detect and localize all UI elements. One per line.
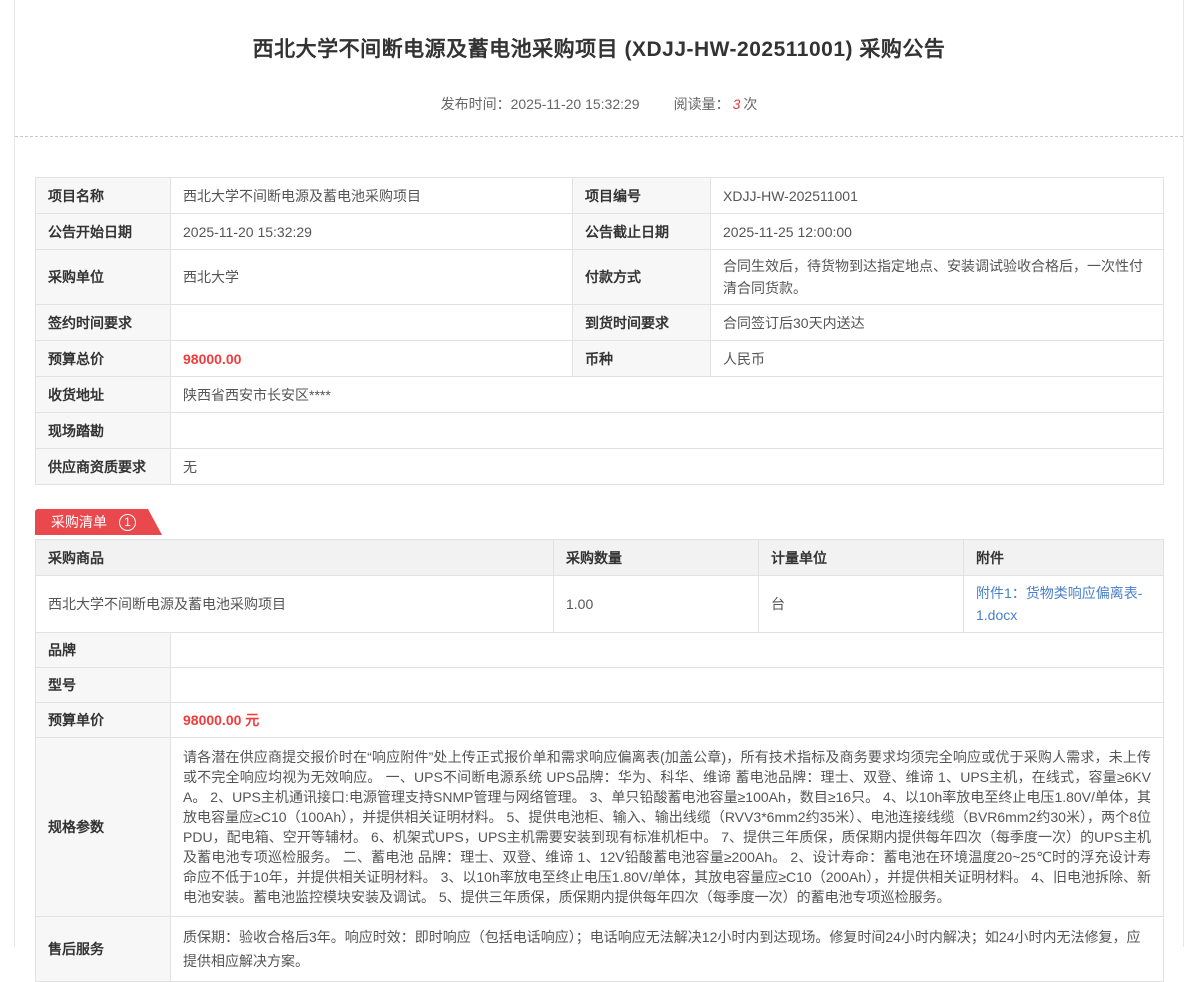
table-row: 签约时间要求 到货时间要求 合同签订后30天内送达: [36, 305, 1164, 341]
read-count-value: 3: [730, 96, 744, 112]
table-row: 预算单价 98000.00 元: [36, 703, 1164, 738]
brand-label: 品牌: [36, 633, 171, 668]
publish-time-label: 发布时间：: [441, 96, 511, 112]
end-date-value: 2025-11-25 12:00:00: [711, 214, 1164, 250]
after-sales-label: 售后服务: [36, 917, 171, 982]
qualification-value: 无: [171, 449, 1164, 485]
model-label: 型号: [36, 668, 171, 703]
table-row: 售后服务 质保期：验收合格后3年。响应时效：即时响应（包括电话响应）；电话响应无…: [36, 917, 1164, 982]
project-code-label: 项目编号: [573, 178, 711, 214]
delivery-time-label: 到货时间要求: [573, 305, 711, 341]
currency-label: 币种: [573, 341, 711, 377]
purchase-list-table: 采购商品 采购数量 计量单位 附件 西北大学不间断电源及蓄电池采购项目 1.00…: [35, 539, 1164, 633]
spec-value: 请各潜在供应商提交报价时在“响应附件”处上传正式报价单和需求响应偏离表(加盖公章…: [171, 738, 1164, 917]
project-code-value: XDJJ-HW-202511001: [711, 178, 1164, 214]
product-column-header: 采购商品: [36, 540, 554, 576]
buyer-label: 采购单位: [36, 250, 171, 305]
item-detail-table: 品牌 型号 预算单价 98000.00 元 规格参数 请各潜在供应商提交报价时在…: [35, 632, 1164, 982]
publish-meta: 发布时间：2025-11-20 15:32:29 阅读量：3次: [15, 94, 1183, 114]
table-row: 收货地址 陕西省西安市长安区****: [36, 377, 1164, 413]
unit-price-label: 预算单价: [36, 703, 171, 738]
sign-time-label: 签约时间要求: [36, 305, 171, 341]
model-value: [171, 668, 1164, 703]
table-row: 品牌: [36, 633, 1164, 668]
read-count-unit: 次: [743, 96, 757, 112]
start-date-label: 公告开始日期: [36, 214, 171, 250]
unit-price-value: 98000.00 元: [183, 712, 259, 728]
quantity-cell: 1.00: [554, 576, 759, 633]
attachment-column-header: 附件: [964, 540, 1164, 576]
attachment-cell: 附件1：货物类响应偏离表-1.docx: [964, 576, 1164, 633]
table-row: 预算总价 98000.00 币种 人民币: [36, 341, 1164, 377]
project-name-label: 项目名称: [36, 178, 171, 214]
page-title: 西北大学不间断电源及蓄电池采购项目 (XDJJ-HW-202511001) 采购…: [15, 0, 1183, 63]
after-sales-value: 质保期：验收合格后3年。响应时效：即时响应（包括电话响应）；电话响应无法解决12…: [171, 917, 1164, 982]
unit-column-header: 计量单位: [759, 540, 964, 576]
payment-value: 合同生效后，待货物到达指定地点、安装调试验收合格后，一次性付清合同货款。: [711, 250, 1164, 305]
table-row: 项目名称 西北大学不间断电源及蓄电池采购项目 项目编号 XDJJ-HW-2025…: [36, 178, 1164, 214]
list-section-header: 采购清单 1: [35, 509, 1163, 535]
spec-label: 规格参数: [36, 738, 171, 917]
payment-label: 付款方式: [573, 250, 711, 305]
table-row: 现场踏勘: [36, 413, 1164, 449]
site-survey-value: [171, 413, 1164, 449]
end-date-label: 公告截止日期: [573, 214, 711, 250]
announcement-header: 西北大学不间断电源及蓄电池采购项目 (XDJJ-HW-202511001) 采购…: [15, 0, 1183, 137]
product-name-cell: 西北大学不间断电源及蓄电池采购项目: [36, 576, 554, 633]
buyer-value: 西北大学: [171, 250, 573, 305]
table-row: 公告开始日期 2025-11-20 15:32:29 公告截止日期 2025-1…: [36, 214, 1164, 250]
purchase-list-count-badge: 1: [119, 514, 136, 531]
project-name-value: 西北大学不间断电源及蓄电池采购项目: [171, 178, 573, 214]
read-count-label: 阅读量：: [674, 96, 730, 112]
sign-time-value: [171, 305, 573, 341]
table-row: 西北大学不间断电源及蓄电池采购项目 1.00 台 附件1：货物类响应偏离表-1.…: [36, 576, 1164, 633]
announcement-body: 项目名称 西北大学不间断电源及蓄电池采购项目 项目编号 XDJJ-HW-2025…: [15, 137, 1183, 982]
purchase-list-badge: 采购清单 1: [35, 509, 148, 535]
budget-total-value: 98000.00: [183, 351, 241, 367]
address-label: 收货地址: [36, 377, 171, 413]
table-row: 规格参数 请各潜在供应商提交报价时在“响应附件”处上传正式报价单和需求响应偏离表…: [36, 738, 1164, 917]
delivery-time-value: 合同签订后30天内送达: [711, 305, 1164, 341]
announcement-page: 西北大学不间断电源及蓄电池采购项目 (XDJJ-HW-202511001) 采购…: [14, 0, 1184, 947]
quantity-column-header: 采购数量: [554, 540, 759, 576]
table-row: 供应商资质要求 无: [36, 449, 1164, 485]
unit-cell: 台: [759, 576, 964, 633]
brand-value: [171, 633, 1164, 668]
project-info-table: 项目名称 西北大学不间断电源及蓄电池采购项目 项目编号 XDJJ-HW-2025…: [35, 177, 1164, 485]
attachment-link[interactable]: 附件1：货物类响应偏离表-1.docx: [976, 582, 1151, 626]
start-date-value: 2025-11-20 15:32:29: [171, 214, 573, 250]
table-header-row: 采购商品 采购数量 计量单位 附件: [36, 540, 1164, 576]
publish-time-value: 2025-11-20 15:32:29: [511, 96, 640, 112]
table-row: 型号: [36, 668, 1164, 703]
qualification-label: 供应商资质要求: [36, 449, 171, 485]
site-survey-label: 现场踏勘: [36, 413, 171, 449]
table-row: 采购单位 西北大学 付款方式 合同生效后，待货物到达指定地点、安装调试验收合格后…: [36, 250, 1164, 305]
address-value: 陕西省西安市长安区****: [171, 377, 1164, 413]
currency-value: 人民币: [711, 341, 1164, 377]
budget-total-label: 预算总价: [36, 341, 171, 377]
purchase-list-badge-label: 采购清单: [51, 512, 107, 532]
